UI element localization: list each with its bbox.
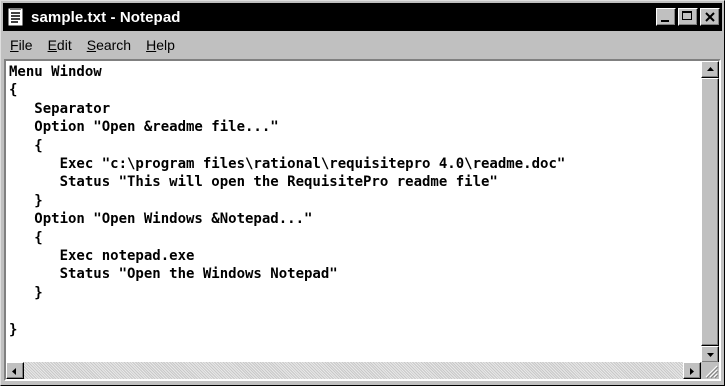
menu-help-label: elp <box>156 37 175 53</box>
arrow-right-icon <box>690 368 694 375</box>
menu-search-label: earch <box>96 37 132 53</box>
notepad-window: sample.txt - Notepad File Edit Search He… <box>0 0 725 386</box>
close-icon <box>705 12 715 22</box>
vertical-scrollbar[interactable] <box>701 61 719 363</box>
scroll-up-button[interactable] <box>701 61 719 78</box>
editor-frame: Menu Window { Separator Option "Open &re… <box>4 59 721 381</box>
arrow-left-icon <box>12 368 16 375</box>
scroll-down-button[interactable] <box>701 346 719 363</box>
vertical-scroll-thumb[interactable] <box>701 78 719 346</box>
horizontal-scrollbar[interactable] <box>6 362 701 379</box>
size-grip[interactable] <box>701 362 719 379</box>
menu-edit[interactable]: Edit <box>42 37 81 53</box>
menu-file[interactable]: File <box>4 37 42 53</box>
text-editor[interactable]: Menu Window { Separator Option "Open &re… <box>8 63 702 344</box>
notepad-icon[interactable] <box>7 7 25 27</box>
title-bar[interactable]: sample.txt - Notepad <box>3 3 722 31</box>
minimize-button[interactable] <box>656 8 676 26</box>
arrow-up-icon <box>707 67 714 71</box>
menu-help-accel: H <box>146 37 157 53</box>
window-title: sample.txt - Notepad <box>31 8 181 26</box>
resize-grip-icon <box>705 365 719 379</box>
scroll-left-button[interactable] <box>6 362 24 379</box>
close-button[interactable] <box>700 8 720 26</box>
scroll-right-button[interactable] <box>683 362 701 379</box>
menu-search[interactable]: Search <box>81 37 140 53</box>
maximize-button[interactable] <box>678 8 698 26</box>
menu-file-accel: F <box>10 37 19 53</box>
menu-file-label: ile <box>18 37 33 53</box>
menu-edit-label: dit <box>56 37 72 53</box>
menu-help[interactable]: Help <box>140 37 184 53</box>
menu-search-accel: S <box>86 37 97 53</box>
arrow-down-icon <box>707 353 714 357</box>
menu-edit-accel: E <box>47 37 57 53</box>
window-controls <box>654 8 720 26</box>
menu-bar: File Edit Search Help <box>4 34 721 56</box>
